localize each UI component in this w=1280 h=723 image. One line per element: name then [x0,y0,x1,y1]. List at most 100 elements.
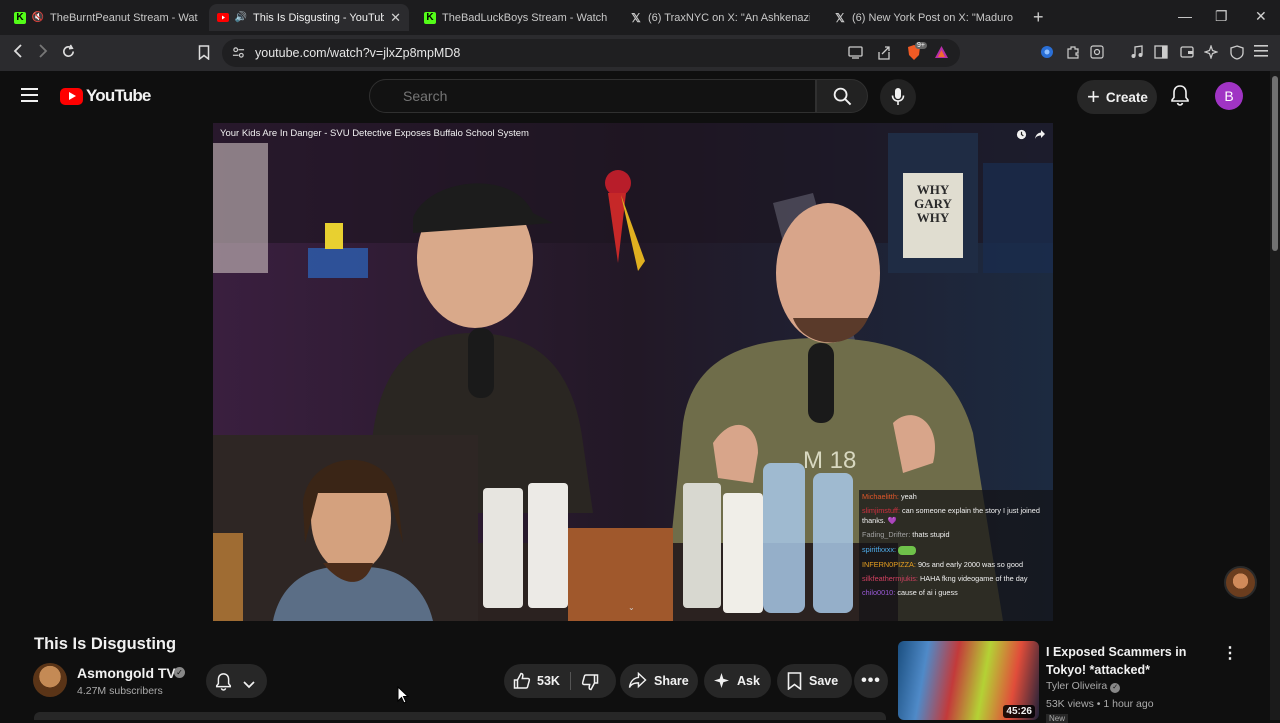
chevron-down-icon[interactable]: ⌄ [628,603,635,612]
verified-icon: ✓ [174,667,185,678]
chevron-down-icon [243,676,255,694]
video-duration: 45:26 [1003,705,1035,718]
extension-globe-icon[interactable] [1040,45,1054,62]
sidebar-icon[interactable] [1154,45,1168,62]
tab-badluckboys[interactable]: K TheBadLuckBoys Stream - Watch Live [416,4,616,31]
tab-label: (6) TraxNYC on X: "An Ashkenazi lesson [648,11,810,24]
chat-message: Fading_Drifter: thats stupid [862,530,950,540]
recommended-video-title[interactable]: I Exposed Scammers in Tokyo! *attacked* [1046,643,1216,679]
video-overlay-title: Your Kids Are In Danger - SVU Detective … [220,128,529,139]
browser-tab-bar: K 🔇 TheBurntPeanut Stream - Watch Live 🔊… [0,0,1280,35]
vpn-shield-icon[interactable] [1230,45,1244,63]
cast-icon[interactable] [848,46,863,64]
shirt-print: M 18 [803,447,856,474]
ask-label: Ask [737,674,760,688]
video-title: This Is Disgusting [34,635,177,653]
new-badge: New [1046,714,1069,723]
mouse-cursor-icon [397,685,410,709]
muted-icon[interactable]: 🔇 [32,12,44,24]
wallet-icon[interactable] [1180,45,1194,62]
create-button[interactable]: + Create [1077,80,1157,114]
tab-label: TheBurntPeanut Stream - Watch Live [50,11,198,24]
more-actions-button[interactable]: ••• [854,664,888,698]
close-window-button[interactable]: ✕ [1255,8,1267,25]
youtube-icon [217,12,229,24]
chat-message: INFERN0PIZZA: 90s and early 2000 was so … [862,559,1024,569]
youtube-header: YouTube + Create B [0,71,1280,123]
watch-later-icon[interactable] [1016,127,1027,145]
forward-icon[interactable] [37,44,49,63]
dislike-icon[interactable] [581,673,599,694]
voice-search-button[interactable] [880,79,916,115]
share-video-icon[interactable] [1034,127,1046,145]
back-icon[interactable] [12,44,24,63]
site-info-icon[interactable] [232,46,245,64]
tab-traxnyc[interactable]: 𝕏 (6) TraxNYC on X: "An Ashkenazi lesson [622,4,818,31]
chat-message: slimjimstuff: can someone explain the st… [862,506,1040,525]
channel-avatar[interactable] [33,663,67,697]
page-scrollbar[interactable] [1270,71,1280,720]
tab-label: (6) New York Post on X: "Maduro Ope [852,11,1014,24]
search-input[interactable] [370,80,815,112]
restore-button[interactable]: ❐ [1215,8,1228,25]
url-text: youtube.com/watch?v=jlxZp8mpMD8 [255,46,461,60]
tab-label: TheBadLuckBoys Stream - Watch Live [442,11,608,24]
share-button[interactable]: Share [620,664,698,698]
brave-shields-icon[interactable]: 9+ [906,42,927,66]
bookmark-icon[interactable] [198,45,210,65]
recommended-meta: 53K views • 1 hour ago [1046,698,1154,710]
brave-rewards-icon[interactable] [934,45,949,64]
subscribed-notification-button[interactable] [206,664,267,698]
ask-button[interactable]: Ask [704,664,771,698]
floating-chat-avatar[interactable] [1224,566,1257,599]
like-icon[interactable] [513,672,531,693]
close-tab-icon[interactable]: ✕ [384,10,401,26]
account-avatar[interactable]: B [1215,82,1243,110]
video-player[interactable]: M 18 Your Kids Are In Danger - SVU Detec… [213,123,1053,621]
guide-menu-icon[interactable] [21,88,38,102]
logo-text: YouTube [86,86,151,105]
new-tab-button[interactable]: + [1033,7,1044,28]
like-count[interactable]: 53K [537,674,560,688]
tab-nypost[interactable]: 𝕏 (6) New York Post on X: "Maduro Ope [826,4,1022,31]
save-bookmark-icon [787,672,802,693]
youtube-logo[interactable]: YouTube [60,86,151,106]
search-box [369,79,816,113]
divider [570,672,571,690]
media-music-icon[interactable] [1130,45,1144,62]
audio-playing-icon[interactable]: 🔊 [235,12,247,24]
chat-message: Michaelitth: yeah [862,492,917,501]
description-box[interactable] [34,712,886,720]
share-label: Share [654,674,689,688]
channel-name[interactable]: Asmongold TV [77,665,176,681]
plus-icon: + [1087,84,1100,109]
shields-badge: 9+ [915,42,927,49]
recommended-channel[interactable]: Tyler Oliveira ✓ [1046,680,1121,693]
share-page-icon[interactable] [877,46,891,65]
search-button[interactable] [816,79,868,113]
leo-ai-icon[interactable] [1203,44,1219,62]
tab-burntpeanut[interactable]: K 🔇 TheBurntPeanut Stream - Watch Live [6,4,206,31]
browser-toolbar: youtube.com/watch?v=jlxZp8mpMD8 9+ [0,35,1280,71]
bell-icon [215,672,232,696]
browser-menu-icon[interactable] [1254,45,1268,60]
x-icon: 𝕏 [631,10,641,25]
chat-message: silkfeathermjukis: HAHA fkng videogame o… [862,574,1028,583]
reload-icon[interactable] [61,44,76,64]
save-button[interactable]: Save [777,664,852,698]
book-cover-text: WHY GARY WHY [914,182,952,225]
minimize-button[interactable]: — [1178,8,1192,24]
like-dislike-group: 53K [504,664,616,698]
more-vertical-icon[interactable]: ⋮ [1222,643,1238,663]
recommended-video-thumbnail[interactable]: 45:26 [898,641,1039,720]
tab-youtube[interactable]: 🔊 This Is Disgusting - YouTube ✕ [209,4,409,31]
extensions-puzzle-icon[interactable] [1066,45,1080,62]
notifications-bell-icon[interactable] [1170,84,1190,111]
address-bar[interactable]: youtube.com/watch?v=jlxZp8mpMD8 9+ [222,39,960,67]
share-icon [628,671,647,692]
scrollbar-thumb[interactable] [1272,76,1278,251]
x-icon: 𝕏 [835,10,845,25]
sparkle-icon [713,672,730,692]
kick-icon: K [14,11,26,24]
screenshot-icon[interactable] [1090,45,1104,62]
